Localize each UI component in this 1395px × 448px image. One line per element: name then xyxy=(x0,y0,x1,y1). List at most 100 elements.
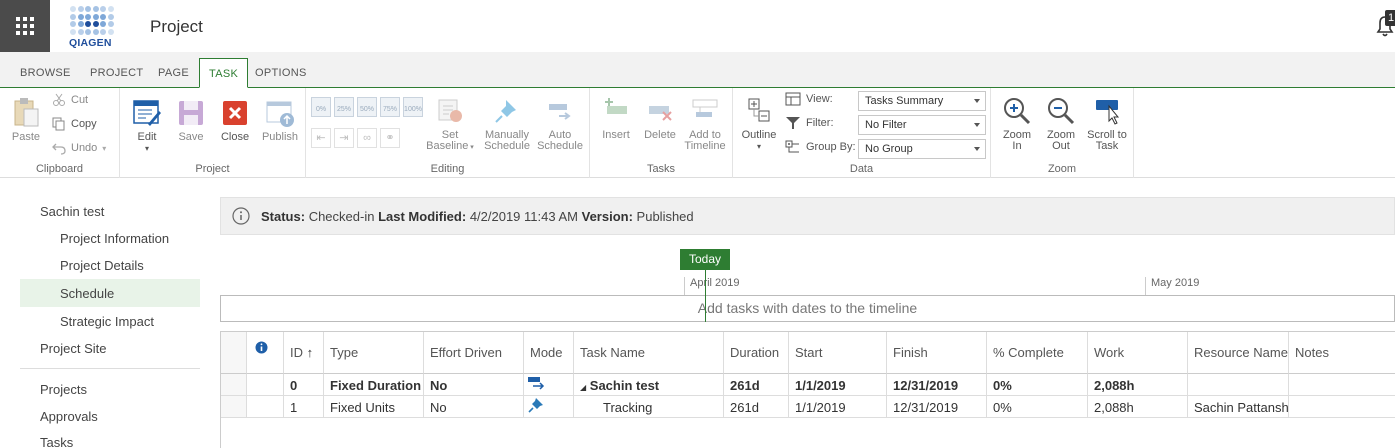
tab-project[interactable]: PROJECT xyxy=(90,67,143,79)
indicators-column-header[interactable] xyxy=(247,332,284,374)
nav-item-tasks[interactable]: Tasks xyxy=(40,435,73,448)
nav-item-strategic-impact[interactable]: Strategic Impact xyxy=(60,314,154,329)
nav-item-project-information[interactable]: Project Information xyxy=(60,231,169,246)
manually-scheduled-pushpin-icon xyxy=(528,398,543,413)
column-header-notes[interactable]: Notes xyxy=(1289,332,1395,374)
publish-button[interactable]: Publish xyxy=(260,98,300,143)
tab-browse[interactable]: BROWSE xyxy=(20,67,71,79)
id-cell[interactable]: 0 xyxy=(284,374,324,396)
column-header-resource-name[interactable]: Resource Name xyxy=(1188,332,1289,374)
cut-button[interactable]: Cut xyxy=(52,93,88,107)
filter-dropdown[interactable]: No Filter xyxy=(858,115,986,135)
row-selector[interactable] xyxy=(221,374,247,396)
paste-button[interactable]: Paste xyxy=(8,96,44,143)
outdent-icon[interactable]: ⇤ xyxy=(311,128,331,148)
unlink-tasks-icon[interactable]: ⚭ xyxy=(380,128,400,148)
percent-25-button[interactable]: 25% xyxy=(334,97,354,117)
duration-cell[interactable]: 261d xyxy=(724,374,789,396)
timeline-placeholder: Add tasks with dates to the timeline xyxy=(697,300,918,316)
group-by-dropdown[interactable]: No Group xyxy=(858,139,986,159)
nav-item-schedule[interactable]: Schedule xyxy=(60,286,114,301)
task-name-cell[interactable]: ◢ Sachin test xyxy=(574,374,724,396)
table-row[interactable]: 1 Fixed Units No Tracking 261d 1/1/2019 … xyxy=(221,396,1395,418)
zoom-out-button[interactable]: Zoom Out xyxy=(1039,96,1083,152)
tab-task[interactable]: TASK xyxy=(199,58,249,88)
nav-item-project-details[interactable]: Project Details xyxy=(60,258,144,273)
nav-item-approvals[interactable]: Approvals xyxy=(40,409,98,424)
percent-75-button[interactable]: 75% xyxy=(380,97,400,117)
type-cell[interactable]: Fixed Units xyxy=(324,396,424,418)
column-header-effort-driven[interactable]: Effort Driven xyxy=(424,332,524,374)
edit-button[interactable]: Edit ▾ xyxy=(130,98,164,154)
undo-icon xyxy=(52,143,66,155)
auto-schedule-button[interactable]: Auto Schedule xyxy=(534,96,586,152)
column-header-finish[interactable]: Finish xyxy=(887,332,987,374)
set-baseline-button[interactable]: Set Baseline ▾ xyxy=(424,96,476,153)
data-group: Outline ▾ View: Tasks Summary Filter: No … xyxy=(733,88,991,178)
nav-item-sachin-test[interactable]: Sachin test xyxy=(40,204,104,219)
manually-schedule-button[interactable]: Manually Schedule xyxy=(480,96,534,152)
project-group-label: Project xyxy=(195,163,230,175)
task-name-cell[interactable]: Tracking xyxy=(574,396,724,418)
app-launcher-button[interactable] xyxy=(0,0,50,52)
zoom-in-button[interactable]: Zoom In xyxy=(995,96,1039,152)
type-cell[interactable]: Fixed Duration xyxy=(324,374,424,396)
work-cell[interactable]: 2,088h xyxy=(1088,396,1188,418)
mode-cell[interactable] xyxy=(524,396,574,418)
id-cell[interactable]: 1 xyxy=(284,396,324,418)
save-button[interactable]: Save xyxy=(174,98,208,143)
column-header-duration[interactable]: Duration xyxy=(724,332,789,374)
column-header-work[interactable]: Work xyxy=(1088,332,1188,374)
nav-item-projects[interactable]: Projects xyxy=(40,382,87,397)
add-to-timeline-button[interactable]: Add to Timeline xyxy=(682,96,728,152)
copy-button[interactable]: Copy xyxy=(52,117,97,131)
qiagen-logo[interactable]: QIAGEN xyxy=(66,6,120,49)
scroll-to-task-button[interactable]: Scroll to Task xyxy=(1083,96,1131,152)
tab-page[interactable]: PAGE xyxy=(158,67,189,79)
timeline-bar[interactable]: Add tasks with dates to the timeline xyxy=(220,295,1395,322)
notes-cell[interactable] xyxy=(1289,374,1395,396)
link-tasks-icon[interactable]: ∞ xyxy=(357,128,377,148)
finish-cell[interactable]: 12/31/2019 xyxy=(887,396,987,418)
table-row[interactable]: 0 Fixed Duration No ◢ Sachin test 261d 1… xyxy=(221,374,1395,396)
indent-icon[interactable]: ⇥ xyxy=(334,128,354,148)
today-marker: Today xyxy=(680,249,730,270)
notes-cell[interactable] xyxy=(1289,396,1395,418)
outline-button[interactable]: Outline ▾ xyxy=(737,96,781,152)
collapse-triangle-icon[interactable]: ◢ xyxy=(580,383,586,392)
undo-button[interactable]: Undo ▾ xyxy=(52,141,106,155)
percent-50-button[interactable]: 50% xyxy=(357,97,377,117)
nav-item-project-site[interactable]: Project Site xyxy=(40,341,106,356)
insert-task-button[interactable]: Insert xyxy=(596,96,636,141)
view-dropdown[interactable]: Tasks Summary xyxy=(858,91,986,111)
percent-complete-cell[interactable]: 0% xyxy=(987,396,1088,418)
mode-cell[interactable] xyxy=(524,374,574,396)
close-button[interactable]: Close xyxy=(218,98,252,143)
view-icon xyxy=(785,92,801,106)
percent-complete-cell[interactable]: 0% xyxy=(987,374,1088,396)
effort-driven-cell[interactable]: No xyxy=(424,374,524,396)
notification-count-badge: 1 xyxy=(1385,10,1395,26)
percent-100-button[interactable]: 100% xyxy=(403,97,423,117)
column-header-start[interactable]: Start xyxy=(789,332,887,374)
finish-cell[interactable]: 12/31/2019 xyxy=(887,374,987,396)
column-header-type[interactable]: Type xyxy=(324,332,424,374)
column-header-mode[interactable]: Mode xyxy=(524,332,574,374)
percent-0-button[interactable]: 0% xyxy=(311,97,331,117)
start-cell[interactable]: 1/1/2019 xyxy=(789,374,887,396)
column-header-id[interactable]: ID ↑ xyxy=(284,332,324,374)
duration-cell[interactable]: 261d xyxy=(724,396,789,418)
app-title[interactable]: Project xyxy=(150,17,203,37)
row-selector[interactable] xyxy=(221,396,247,418)
start-cell[interactable]: 1/1/2019 xyxy=(789,396,887,418)
delete-task-button[interactable]: Delete xyxy=(640,96,680,141)
resource-name-cell[interactable] xyxy=(1188,374,1289,396)
work-cell[interactable]: 2,088h xyxy=(1088,374,1188,396)
tab-options[interactable]: OPTIONS xyxy=(255,67,307,79)
column-header-percent-complete[interactable]: % Complete xyxy=(987,332,1088,374)
resource-name-cell[interactable]: Sachin Pattanshetti xyxy=(1188,396,1289,418)
column-header-task-name[interactable]: Task Name xyxy=(574,332,724,374)
info-icon xyxy=(232,207,250,225)
row-selector-header[interactable] xyxy=(221,332,247,374)
effort-driven-cell[interactable]: No xyxy=(424,396,524,418)
